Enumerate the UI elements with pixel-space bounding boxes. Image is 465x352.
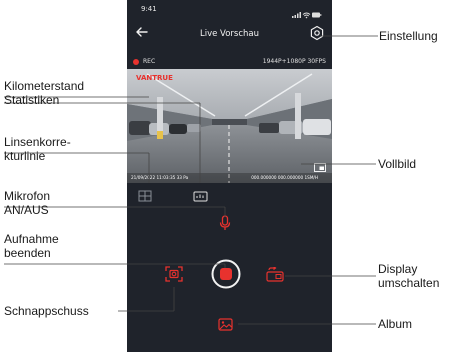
callout-mileage-statistics: Kilometerstand Statistiken [4, 79, 85, 107]
callout-stop-recording: Aufnahme beenden [4, 232, 59, 260]
callout-album: Album [378, 317, 413, 331]
callout-fullscreen: Vollbild [378, 157, 417, 171]
callout-microphone: Mikrofon AN/AUS [4, 189, 51, 217]
callout-settings: Einstellung [379, 29, 438, 43]
callout-lens-correction: Linsenkorre- kturlinie [4, 135, 71, 163]
callout-leader-lines [4, 35, 378, 325]
callout-snapshot: Schnappschuss [4, 304, 89, 318]
callout-switch-display: Display umschalten [378, 262, 440, 290]
